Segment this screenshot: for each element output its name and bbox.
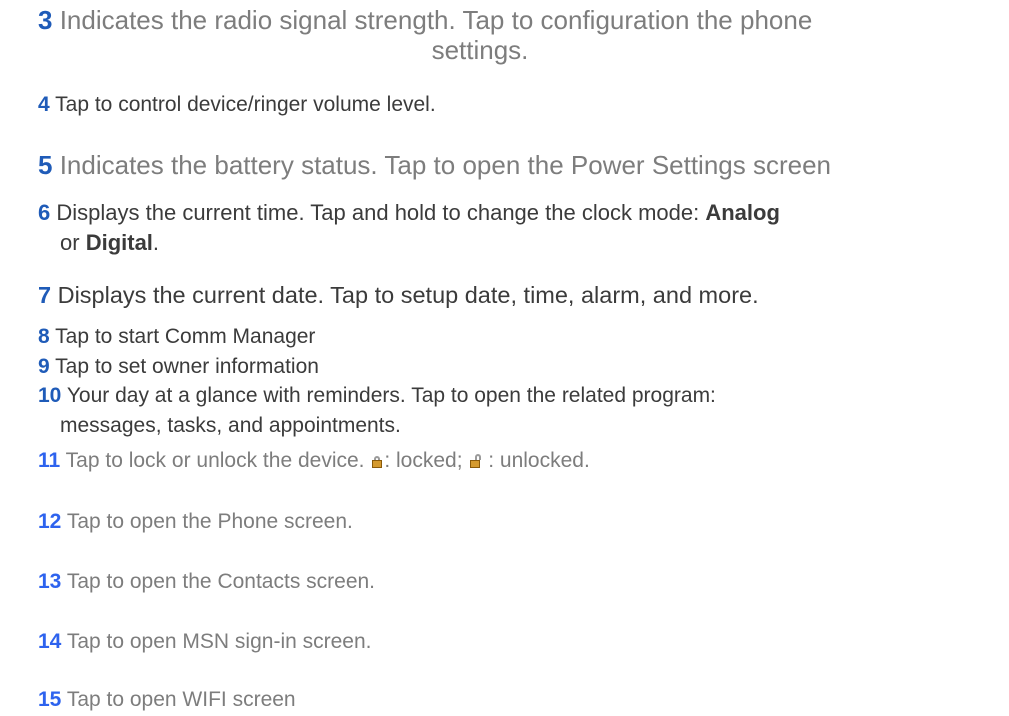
item-text: . [152,230,160,255]
item-text: : unlocked. [482,449,590,472]
list-item: 6 Displays the current time. Tap and hol… [38,198,780,258]
list-item: 13 Tap to open the Contacts screen. [38,567,375,597]
item-number: 3 [38,5,53,35]
item-number: 7 [38,282,52,308]
item-number: 9 [38,355,50,378]
list-item: 8 Tap to start Comm Manager [38,322,315,352]
item-text: Your day at a glance with reminders. Tap… [66,384,716,407]
item-number: 5 [38,150,53,180]
locked-padlock-icon [372,456,383,468]
list-item: 3 Indicates the radio signal strength. T… [38,5,960,65]
list-item: 12 Tap to open the Phone screen. [38,507,353,537]
item-text: Displays the current time. Tap and hold … [56,200,706,225]
item-text: Tap to set owner information [55,355,319,378]
item-text-continued: settings. [431,35,529,65]
item-text: Indicates the radio signal strength. Tap… [59,5,813,35]
list-item: 7 Displays the current date. Tap to setu… [38,280,759,310]
item-text: Tap to open the Contacts screen. [66,570,376,593]
analog-mode-label: Analog [705,200,780,225]
item-text: or [60,230,86,255]
item-text: Indicates the battery status. Tap to ope… [59,150,832,180]
list-item: 9 Tap to set owner information [38,352,319,382]
item-number: 15 [38,688,62,711]
list-item: 5 Indicates the battery status. Tap to o… [38,150,831,180]
item-text-continued: messages, tasks, and appointments. [60,414,401,437]
item-text: Tap to lock or unlock the device. [65,449,371,472]
item-number: 8 [38,325,50,348]
item-text: Tap to start Comm Manager [55,325,316,348]
item-number: 10 [38,384,62,407]
item-number: 12 [38,510,62,533]
item-number: 6 [38,200,51,225]
item-text: Tap to open the Phone screen. [66,510,353,533]
list-item: 14 Tap to open MSN sign-in screen. [38,627,371,657]
digital-mode-label: Digital [85,230,153,255]
item-text: Displays the current date. Tap to setup … [57,282,759,308]
list-item: 11 Tap to lock or unlock the device. : l… [38,446,590,476]
list-item: 15 Tap to open WIFI screen [38,687,296,713]
list-item: 4 Tap to control device/ringer volume le… [38,90,436,120]
item-text: Tap to open WIFI screen [66,688,296,711]
list-item: 10 Your day at a glance with reminders. … [38,381,716,441]
item-number: 14 [38,630,62,653]
item-number: 13 [38,570,62,593]
item-text: Tap to open MSN sign-in screen. [66,630,372,653]
unlocked-padlock-icon [470,454,482,468]
item-number: 4 [38,93,50,116]
item-number: 11 [38,449,61,472]
item-text: Tap to control device/ringer volume leve… [55,93,436,116]
item-text: : locked; [384,449,469,472]
